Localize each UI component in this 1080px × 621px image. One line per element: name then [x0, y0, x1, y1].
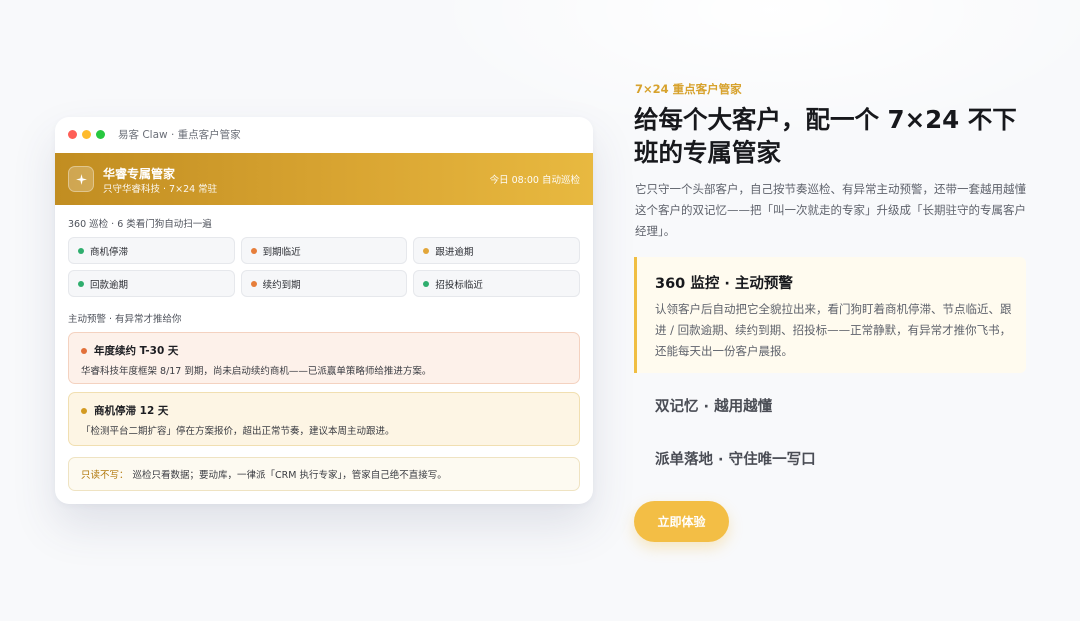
read-only-text: 巡检只看数据；要动库，一律派「CRM 执行专家」，管家自己绝不直接写。 — [132, 470, 447, 481]
watchdog-chip[interactable]: 到期临近 — [240, 237, 408, 264]
status-dot — [423, 247, 430, 254]
feature-tab-memory[interactable]: 双记忆 · 越用越懂 — [655, 395, 772, 416]
butler-subtitle: 只守华睿科技 · 7×24 常驻 — [103, 184, 218, 195]
read-only-label: 只读不写： — [81, 470, 129, 481]
status-dot — [250, 280, 257, 287]
butler-name: 华睿专属管家 — [103, 167, 176, 181]
patrol-status: 今日 08:00 自动巡检 — [489, 175, 580, 186]
section-eyebrow: 7×24 重点客户管家 — [635, 82, 742, 96]
alert-card-stalled[interactable]: 商机停滞 12 天 「检测平台二期扩容」停在方案报价，超出正常节奏，建议本周主动… — [68, 392, 580, 446]
watchdog-chip[interactable]: 续约到期 — [240, 270, 408, 297]
scan-section-label: 360 巡检 · 6 类看门狗自动扫一遍 — [68, 219, 212, 230]
status-dot — [250, 247, 257, 254]
try-now-button[interactable]: 立即体验 — [634, 501, 729, 542]
feature-body: 认领客户后自动把它全貌拉出来，看门狗盯着商机停滞、节点临近、跟进 / 回款逾期、… — [655, 302, 1012, 358]
read-only-note: 只读不写： 巡检只看数据；要动库，一律派「CRM 执行专家」，管家自己绝不直接写… — [68, 457, 580, 491]
watchdog-chip[interactable]: 跟进逾期 — [413, 237, 580, 264]
butler-header: 华睿专属管家 只守华睿科技 · 7×24 常驻 今日 08:00 自动巡检 — [55, 153, 593, 205]
watchdog-label: 商机停滞 — [90, 246, 129, 258]
watchdog-grid: 商机停滞 到期临近 跟进逾期 回款逾期 续约到期 招投标临近 — [68, 237, 580, 297]
watchdog-label: 回款逾期 — [90, 279, 129, 291]
feature-title: 360 监控 · 主动预警 — [655, 276, 793, 292]
status-dot — [81, 347, 87, 354]
feature-tab-monitoring[interactable]: 360 监控 · 主动预警 认领客户后自动把它全貌拉出来，看门狗盯着商机停滞、节… — [634, 257, 1026, 373]
status-dot — [423, 280, 430, 287]
alert-card-renewal[interactable]: 年度续约 T-30 天 华睿科技年度框架 8/17 到期，尚未启动续约商机——已… — [68, 332, 580, 384]
close-window-button[interactable] — [68, 130, 77, 139]
watchdog-chip[interactable]: 招投标临近 — [413, 270, 580, 297]
section-headline: 给每个大客户，配一个 7×24 不下班的专属管家 — [634, 105, 1017, 167]
window-title: 易客 Claw · 重点客户管家 — [118, 129, 241, 141]
watchdog-label: 跟进逾期 — [435, 246, 474, 258]
window-titlebar: 易客 Claw · 重点客户管家 — [55, 117, 593, 153]
watchdog-label: 续约到期 — [262, 279, 301, 291]
alert-body: 「检测平台二期扩容」停在方案报价，超出正常节奏，建议本周主动跟进。 — [81, 426, 395, 437]
watchdog-label: 到期临近 — [262, 246, 301, 258]
watchdog-chip[interactable]: 回款逾期 — [68, 270, 235, 297]
watchdog-label: 招投标临近 — [435, 279, 483, 291]
watchdog-chip[interactable]: 商机停滞 — [68, 237, 235, 264]
status-dot — [81, 407, 87, 414]
app-window: 易客 Claw · 重点客户管家 华睿专属管家 只守华睿科技 · 7×24 常驻… — [55, 117, 593, 504]
sparkle-icon — [68, 166, 94, 192]
status-dot — [78, 247, 84, 254]
alert-body: 华睿科技年度框架 8/17 到期，尚未启动续约商机——已派赢单策略师给推进方案。 — [81, 366, 432, 377]
alert-title: 商机停滞 12 天 — [94, 405, 169, 417]
alert-title: 年度续约 T-30 天 — [94, 345, 179, 357]
section-description: 它只守一个头部客户，自己按节奏巡检、有异常主动预警，还带一套越用越懂这个客户的双… — [635, 182, 1026, 238]
minimize-window-button[interactable] — [82, 130, 91, 139]
maximize-window-button[interactable] — [96, 130, 105, 139]
status-dot — [78, 280, 84, 287]
alerts-section-label: 主动预警 · 有异常才推给你 — [68, 314, 182, 325]
feature-tab-dispatch[interactable]: 派单落地 · 守住唯一写口 — [655, 448, 816, 469]
